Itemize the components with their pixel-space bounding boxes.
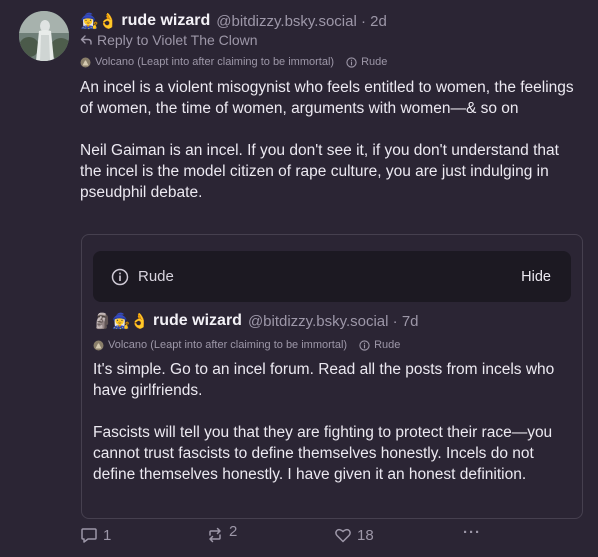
quote-body: It's simple. Go to an incel forum. Read … xyxy=(93,359,569,485)
label-rude[interactable]: Rude xyxy=(359,339,400,351)
post-paragraph: Neil Gaiman is an incel. If you don't se… xyxy=(80,142,559,201)
info-icon xyxy=(346,56,357,68)
repost-button[interactable]: 2 xyxy=(206,522,238,544)
reply-count: 1 xyxy=(103,526,112,544)
volcano-icon xyxy=(93,340,104,350)
post-labels: Volcano (Leapt into after claiming to be… xyxy=(80,56,399,68)
reply-bubble-icon xyxy=(81,528,97,543)
more-options-icon: ··· xyxy=(463,524,481,541)
label-rude-text: Rude xyxy=(361,56,388,68)
avatar-image xyxy=(19,11,69,61)
info-icon xyxy=(111,268,129,285)
post-header: 🧙‍♀️👌 rude wizard @bitdizzy.bsky.social … xyxy=(80,10,387,32)
repost-icon xyxy=(209,527,221,543)
hide-button[interactable]: Hide xyxy=(521,269,551,285)
reply-arrow-icon xyxy=(80,35,92,45)
post: 🧙‍♀️👌 rude wizard @bitdizzy.bsky.social … xyxy=(0,0,598,557)
label-volcano-text: Volcano (Leapt into after claiming to be… xyxy=(108,339,348,351)
info-icon xyxy=(359,339,370,351)
separator-dot: · xyxy=(388,312,402,330)
like-button[interactable]: 18 xyxy=(334,526,374,544)
quote-paragraph: It's simple. Go to an incel forum. Read … xyxy=(93,361,555,399)
post-actions: 1 2 18 ··· xyxy=(80,522,585,548)
author-emoji: 🧙‍♀️👌 xyxy=(80,12,118,30)
quote-paragraph: Fascists will tell you that they are fig… xyxy=(93,424,553,483)
label-volcano-text: Volcano (Leapt into after claiming to be… xyxy=(95,56,335,68)
quote-author-emoji: 🗿🧙‍♀️👌 xyxy=(93,312,150,330)
label-rude-text: Rude xyxy=(374,339,401,351)
reply-to-link[interactable]: Reply to Violet The Clown xyxy=(80,32,258,48)
warning-label: Rude xyxy=(138,268,174,285)
avatar[interactable] xyxy=(19,11,69,61)
more-options-button[interactable]: ··· xyxy=(463,524,481,541)
post-body: An incel is a violent misogynist who fee… xyxy=(80,77,576,203)
author-handle[interactable]: @bitdizzy.bsky.social xyxy=(216,13,357,30)
like-count: 18 xyxy=(357,526,374,544)
quote-header: 🗿🧙‍♀️👌 rude wizard @bitdizzy.bsky.social… xyxy=(93,310,419,332)
quote-labels: Volcano (Leapt into after claiming to be… xyxy=(93,339,412,351)
content-warning: Rude Hide xyxy=(93,251,571,302)
separator-dot: · xyxy=(356,12,371,30)
quote-time[interactable]: 7d xyxy=(402,313,419,330)
label-volcano[interactable]: Volcano (Leapt into after claiming to be… xyxy=(93,339,347,351)
heart-icon xyxy=(335,528,351,543)
post-time[interactable]: 2d xyxy=(370,13,387,30)
reply-button[interactable]: 1 xyxy=(80,526,111,544)
reply-to-text: Reply to Violet The Clown xyxy=(97,32,258,48)
repost-count: 2 xyxy=(229,522,238,540)
label-rude[interactable]: Rude xyxy=(346,56,387,68)
label-volcano[interactable]: Volcano (Leapt into after claiming to be… xyxy=(80,56,334,68)
volcano-icon xyxy=(80,57,91,67)
quote-author-name[interactable]: rude wizard xyxy=(153,312,242,330)
quoted-post[interactable]: Rude Hide 🗿🧙‍♀️👌 rude wizard @bitdizzy.b… xyxy=(81,234,583,519)
post-paragraph: An incel is a violent misogynist who fee… xyxy=(80,79,574,117)
quote-author-handle[interactable]: @bitdizzy.bsky.social xyxy=(248,313,389,330)
author-name[interactable]: rude wizard xyxy=(121,12,210,30)
